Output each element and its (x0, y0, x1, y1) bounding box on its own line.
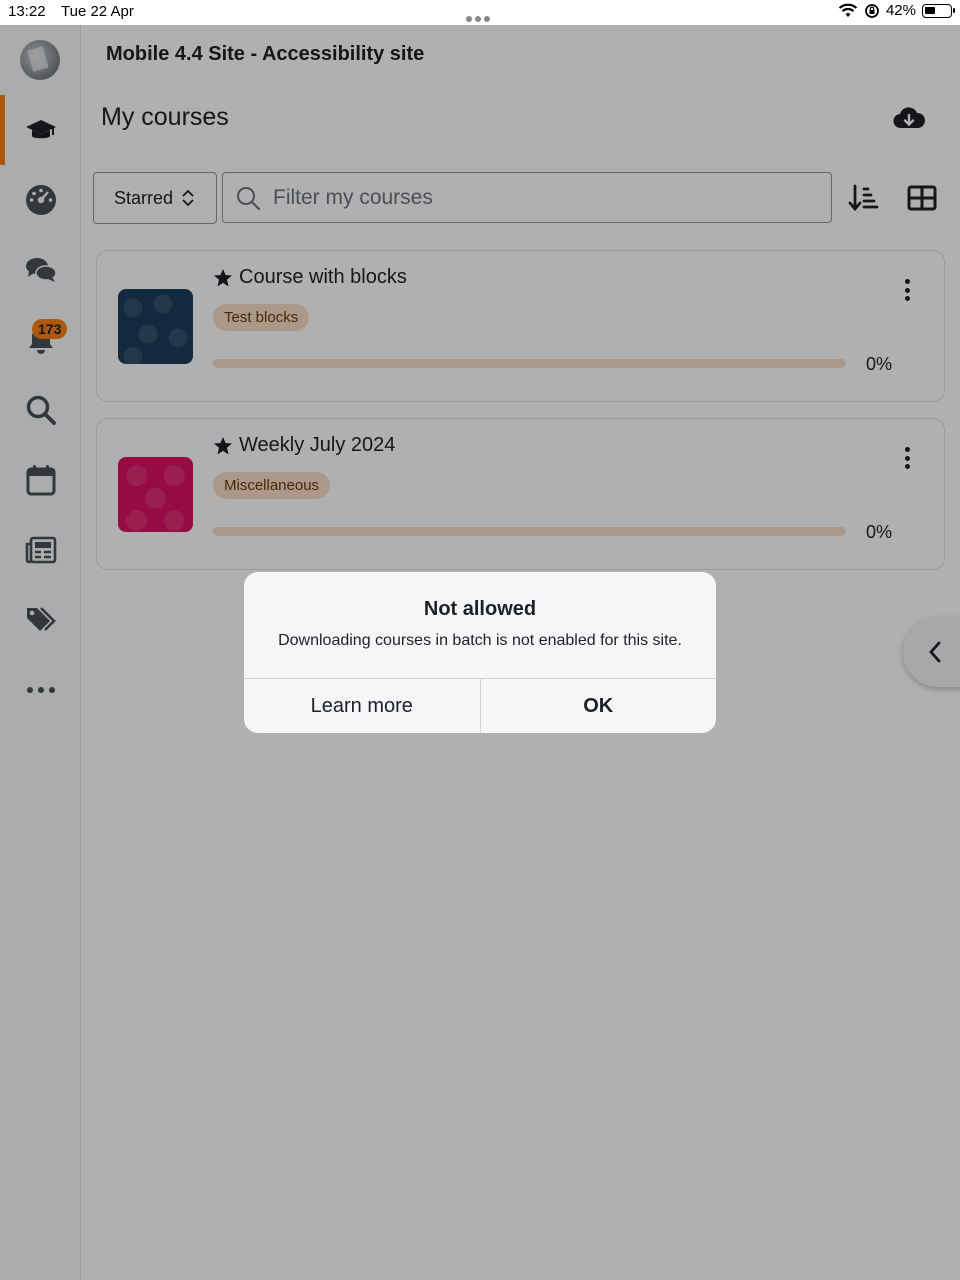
multitasking-dots-icon[interactable] (466, 9, 493, 27)
status-time: 13:22 (8, 3, 46, 20)
dialog-title: Not allowed (423, 598, 537, 620)
ok-button[interactable]: OK (479, 679, 717, 733)
rotation-lock-icon (865, 3, 879, 18)
status-right: 42% (838, 2, 955, 19)
status-bar: 13:22 Tue 22 Apr 42% (0, 0, 960, 25)
alert-dialog: Not allowed Downloading courses in batch… (244, 572, 716, 733)
learn-more-button[interactable]: Learn more (244, 679, 480, 733)
status-date: Tue 22 Apr (61, 3, 134, 20)
dialog-buttons: Learn more OK (244, 678, 716, 733)
dialog-message: Downloading courses in batch is not enab… (278, 632, 682, 649)
battery-icon (922, 3, 955, 18)
wifi-icon (838, 3, 858, 17)
battery-percent: 42% (885, 2, 916, 19)
